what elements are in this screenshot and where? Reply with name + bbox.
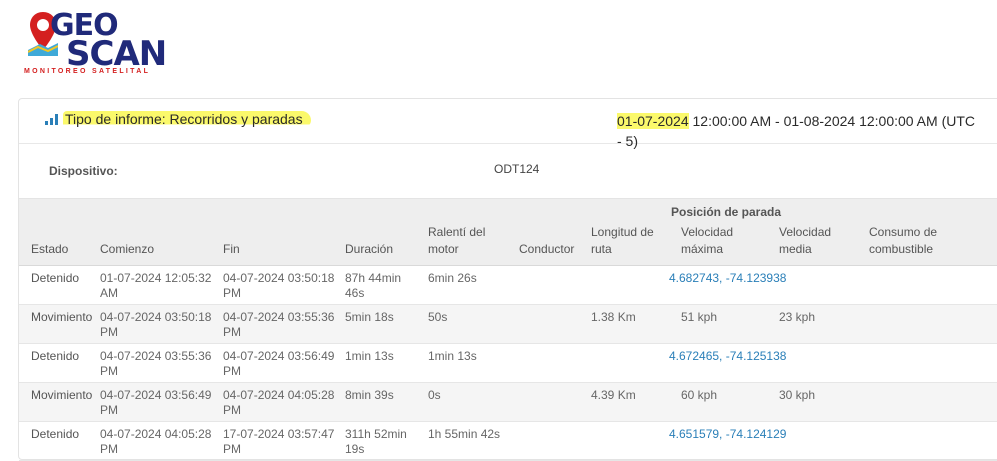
cell-comienzo: 04-07-2024 03:56:49 PM <box>100 388 212 417</box>
date-start-highlight: 01-07-2024 <box>617 113 689 129</box>
cell-ralenti: 0s <box>428 388 441 402</box>
col-header-consumo: Consumo de combustible <box>869 225 938 256</box>
col-header-duracion: Duración <box>345 242 394 256</box>
cell-estado: Detenido <box>31 349 80 363</box>
cell-estado: Detenido <box>31 271 80 285</box>
col-header-vmedia: Velocidad media <box>779 225 832 256</box>
cell-ralenti: 6min 26s <box>428 271 477 285</box>
cell-fin: 17-07-2024 03:57:47 PM <box>223 427 335 456</box>
cell-vmax: 60 kph <box>681 388 718 402</box>
table-row: Detenido 04-07-2024 03:55:36 PM 04-07-20… <box>19 344 997 383</box>
table-row: Movimiento 04-07-2024 03:50:18 PM 04-07-… <box>19 305 997 344</box>
cell-duracion: 5min 18s <box>345 310 394 324</box>
stop-position-link[interactable]: 4.651579, -74.124129 <box>669 427 786 442</box>
stop-position-link[interactable]: 4.672465, -74.125138 <box>669 349 786 364</box>
col-header-longitud: Longitud de ruta <box>591 225 654 256</box>
table-row: Detenido 01-07-2024 12:05:32 AM 04-07-20… <box>19 266 997 305</box>
col-header-comienzo: Comienzo <box>100 242 155 256</box>
cell-comienzo: 04-07-2024 03:50:18 PM <box>100 310 212 339</box>
cell-ralenti: 1min 13s <box>428 349 477 363</box>
cell-ralenti: 50s <box>428 310 448 324</box>
col-header-conductor: Conductor <box>519 242 575 256</box>
cell-duracion: 87h 44min 46s <box>345 271 402 300</box>
report-card: Tipo de informe: Recorridos y paradas 01… <box>18 98 997 461</box>
col-header-vmax: Velocidad máxima <box>681 225 734 256</box>
device-label: Dispositivo: <box>49 164 118 178</box>
cell-duracion: 1min 13s <box>345 349 394 363</box>
cell-ralenti: 1h 55min 42s <box>428 427 501 441</box>
device-row: Dispositivo: ODT124 <box>19 144 997 199</box>
cell-duracion: 311h 52min 19s <box>345 427 407 456</box>
report-header: Tipo de informe: Recorridos y paradas 01… <box>19 99 997 149</box>
col-header-estado: Estado <box>31 242 69 256</box>
table-row: Detenido 04-07-2024 04:05:28 PM 17-07-20… <box>19 422 997 461</box>
cell-fin: 04-07-2024 03:56:49 PM <box>223 349 335 378</box>
bar-chart-icon <box>45 114 58 125</box>
cell-fin: 04-07-2024 03:55:36 PM <box>223 310 335 339</box>
cell-fin: 04-07-2024 03:50:18 PM <box>223 271 335 300</box>
logo-tagline: MONITOREO SATELITAL <box>24 68 151 75</box>
cell-estado: Movimiento <box>31 388 93 402</box>
cell-fin: 04-07-2024 04:05:28 PM <box>223 388 335 417</box>
geoscan-logo: GEO SCAN MONITOREO SATELITAL <box>22 8 182 76</box>
cell-duracion: 8min 39s <box>345 388 394 402</box>
cell-vmedia: 23 kph <box>779 310 816 324</box>
col-header-ralenti: Ralentí del motor <box>428 225 486 256</box>
col-header-fin: Fin <box>223 242 240 256</box>
group-header-stop-position: Posición de parada <box>671 205 782 219</box>
report-type-title: Tipo de informe: Recorridos y paradas <box>63 111 311 127</box>
stop-position-link[interactable]: 4.682743, -74.123938 <box>669 271 786 286</box>
table-row: Movimiento 04-07-2024 03:56:49 PM 04-07-… <box>19 383 997 422</box>
cell-longitud: 1.38 Km <box>591 310 636 324</box>
cell-estado: Detenido <box>31 427 80 441</box>
cell-comienzo: 04-07-2024 03:55:36 PM <box>100 349 212 378</box>
cell-comienzo: 04-07-2024 04:05:28 PM <box>100 427 212 456</box>
cell-comienzo: 01-07-2024 12:05:32 AM <box>100 271 212 300</box>
trips-stops-table: Posición de parada Estado Comienzo Fin D… <box>19 199 997 461</box>
cell-longitud: 4.39 Km <box>591 388 636 402</box>
device-value: ODT124 <box>494 162 540 176</box>
cell-vmax: 51 kph <box>681 310 718 324</box>
table-header: Posición de parada Estado Comienzo Fin D… <box>19 199 997 266</box>
cell-vmedia: 30 kph <box>779 388 816 402</box>
cell-estado: Movimiento <box>31 310 93 324</box>
